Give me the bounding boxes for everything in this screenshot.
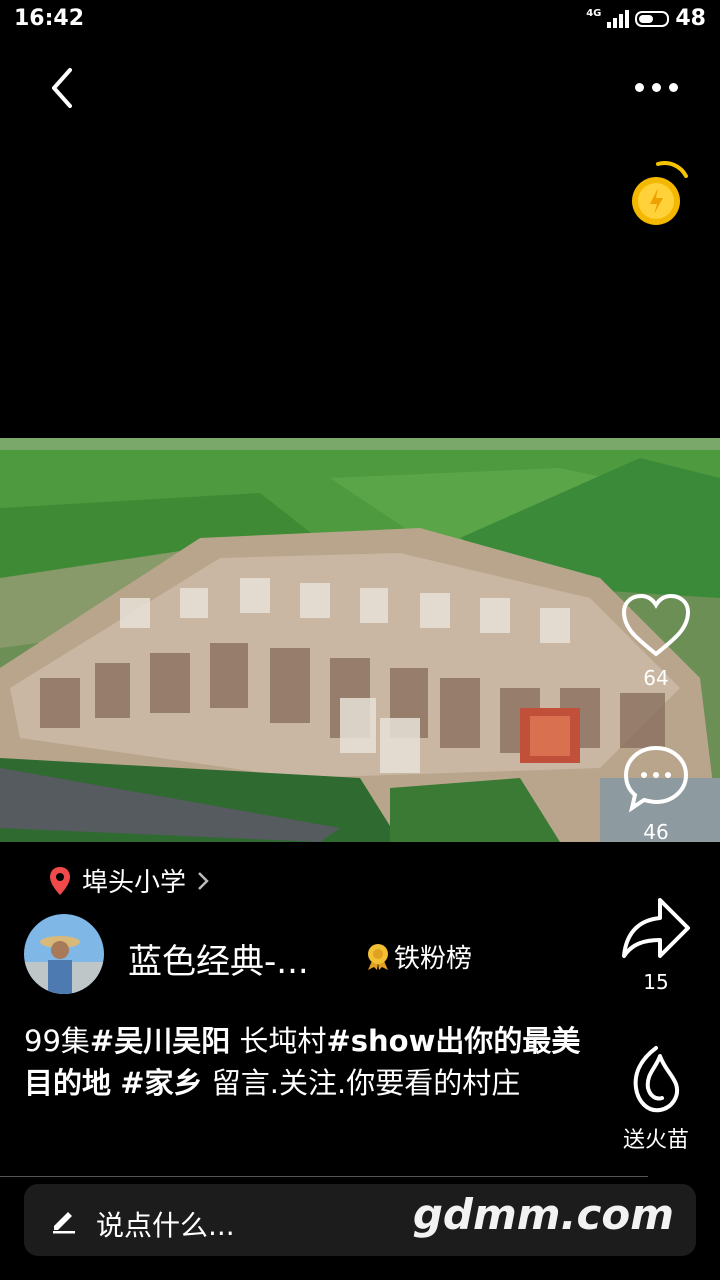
medal-icon — [368, 943, 388, 970]
back-button[interactable] — [40, 64, 88, 112]
like-action[interactable]: 64 — [616, 592, 696, 690]
author-name[interactable]: 蓝色经典-... — [128, 934, 309, 983]
comment-placeholder: 说点什么... — [96, 1209, 235, 1242]
like-count: 64 — [643, 666, 669, 690]
more-dot-icon — [634, 82, 644, 92]
coin-icon — [632, 161, 688, 225]
flame-icon — [633, 1046, 679, 1113]
comment-action[interactable]: 46 — [616, 742, 696, 844]
more-options-button[interactable] — [628, 72, 684, 102]
location-tag[interactable]: 埠头小学 — [48, 862, 210, 899]
network-label: 4G — [586, 8, 602, 19]
location-name: 埠头小学 — [82, 868, 187, 898]
chevron-left-icon — [52, 68, 72, 108]
share-action[interactable]: 15 — [616, 894, 696, 994]
more-dot-icon — [668, 82, 678, 92]
status-indicators: 4G 48 — [586, 6, 706, 31]
hashtag[interactable]: #家乡 — [120, 1066, 202, 1100]
video-frame-image — [0, 438, 720, 842]
caption-text — [111, 1066, 120, 1100]
heart-icon — [621, 593, 691, 657]
hashtag[interactable]: #吴川吴阳 — [90, 1024, 230, 1058]
divider — [0, 1176, 648, 1177]
status-time: 16:42 — [14, 6, 85, 31]
caption-text: 长坉村 — [230, 1024, 327, 1058]
gift-action[interactable]: 送火苗 — [608, 1044, 704, 1154]
pencil-icon — [53, 1212, 75, 1234]
share-arrow-icon — [622, 898, 690, 958]
share-count: 15 — [643, 970, 669, 994]
watermark-text: gdmm.com — [412, 1190, 674, 1239]
fan-rank-badge[interactable]: 铁粉榜 — [366, 938, 472, 975]
chevron-right-icon — [198, 871, 209, 890]
avatar-image — [24, 914, 104, 994]
more-dot-icon — [651, 82, 661, 92]
battery-level: 48 — [675, 6, 706, 31]
video-player[interactable] — [0, 438, 720, 842]
caption-text: 99集 — [24, 1024, 90, 1058]
caption-text: 留言.关注.你要看的村庄 — [202, 1066, 521, 1100]
author-avatar[interactable] — [24, 914, 104, 994]
gift-label: 送火苗 — [622, 1128, 689, 1153]
location-pin-icon — [50, 866, 70, 895]
comment-bubble-icon — [623, 745, 689, 813]
comment-count: 46 — [643, 820, 669, 844]
fan-rank-label: 铁粉榜 — [394, 944, 473, 974]
coin-reward-button[interactable] — [628, 158, 688, 228]
battery-icon — [635, 10, 670, 27]
video-caption: 99集#吴川吴阳 长坉村#show出你的最美目的地 #家乡 留言.关注.你要看的… — [24, 1020, 584, 1104]
signal-icon — [607, 9, 630, 28]
comment-input[interactable]: 说点什么... gdmm.com — [24, 1184, 696, 1256]
